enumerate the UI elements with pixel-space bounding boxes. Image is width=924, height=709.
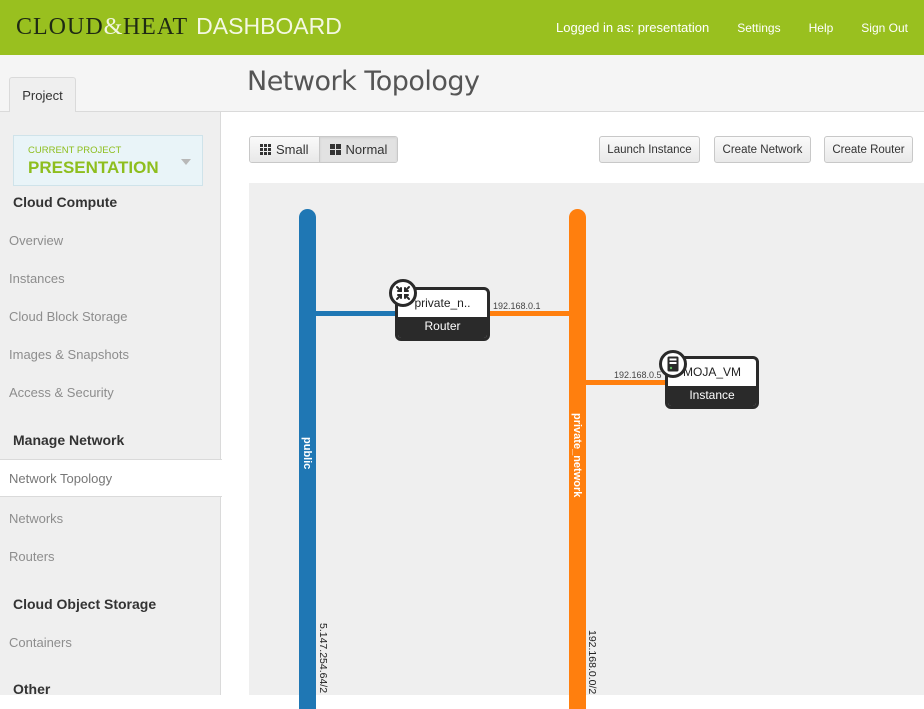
network-cidr-label: 192.168.0.0/2 [586, 630, 598, 695]
sidebar-item-access-security[interactable]: Access & Security [9, 385, 114, 400]
router-type-label: Router [398, 317, 487, 338]
network-name-label: private_network [571, 413, 583, 498]
section-cloud-compute: Cloud Compute [13, 194, 118, 210]
sidebar-item-images-snapshots[interactable]: Images & Snapshots [9, 347, 129, 362]
instance-type-label: Instance [668, 386, 756, 406]
topology-canvas: public 5.147.254.64/2 private_network 19… [249, 183, 924, 709]
brand-logo[interactable]: CLOUD&HEAT DASHBOARD [16, 13, 342, 41]
tab-project[interactable]: Project [9, 77, 76, 113]
network-name-label: public [301, 437, 313, 470]
router-ip-label: 192.168.0.1 [493, 301, 541, 311]
instance-ip-label: 192.168.0.5 [614, 370, 662, 380]
settings-link[interactable]: Settings [737, 21, 780, 35]
view-normal-label: Normal [345, 142, 388, 157]
brand-cloud: CLOUD [16, 14, 104, 40]
view-size-toggle: Small Normal [249, 136, 399, 163]
grid-small-icon [260, 144, 271, 155]
user-nav: Logged in as: presentation Settings Help… [556, 0, 924, 55]
sidebar-item-cloud-block-storage[interactable]: Cloud Block Storage [9, 309, 128, 324]
router-icon [389, 279, 417, 307]
router-public-link [315, 311, 399, 316]
sidebar: CURRENT PROJECT PRESENTATION Cloud Compu… [0, 112, 222, 697]
current-project-label: CURRENT PROJECT [28, 145, 122, 156]
sidebar-item-overview[interactable]: Overview [9, 233, 63, 248]
sidebar-item-network-topology[interactable]: Network Topology [0, 459, 222, 497]
view-small-button[interactable]: Small [250, 137, 319, 162]
brand-dashboard: DASHBOARD [196, 13, 342, 39]
current-project-value: PRESENTATION [28, 158, 159, 177]
server-icon [659, 350, 687, 378]
sidebar-item-networks[interactable]: Networks [9, 511, 63, 526]
create-router-button[interactable]: Create Router [824, 136, 913, 163]
sidebar-item-instances[interactable]: Instances [9, 271, 65, 286]
sign-out-link[interactable]: Sign Out [861, 21, 908, 35]
brand-heat: HEAT [122, 14, 189, 40]
top-navbar: CLOUD&HEAT DASHBOARD Logged in as: presen… [0, 0, 924, 55]
page-title: Network Topology [247, 66, 480, 97]
view-small-label: Small [276, 142, 309, 157]
sidebar-item-label: Network Topology [9, 471, 113, 486]
network-cidr-label: 5.147.254.64/2 [317, 623, 329, 694]
section-cloud-object-storage: Cloud Object Storage [13, 596, 157, 612]
launch-instance-button[interactable]: Launch Instance [599, 136, 700, 163]
grid-large-icon [329, 144, 341, 155]
brand-amp: & [103, 14, 123, 40]
network-public[interactable]: public [299, 209, 316, 709]
sidebar-item-containers[interactable]: Containers [9, 635, 72, 650]
network-private[interactable]: private_network [569, 209, 586, 709]
help-link[interactable]: Help [809, 21, 834, 35]
sidebar-item-routers[interactable]: Routers [9, 549, 55, 564]
section-manage-network: Manage Network [13, 432, 125, 448]
chevron-down-icon [181, 159, 191, 165]
create-network-button[interactable]: Create Network [714, 136, 811, 163]
logged-in-user: Logged in as: presentation [556, 20, 710, 35]
instance-private-link [585, 380, 669, 385]
router-private-link [485, 311, 571, 316]
current-project-selector[interactable]: CURRENT PROJECT PRESENTATION [13, 135, 203, 186]
view-normal-button[interactable]: Normal [318, 137, 398, 162]
